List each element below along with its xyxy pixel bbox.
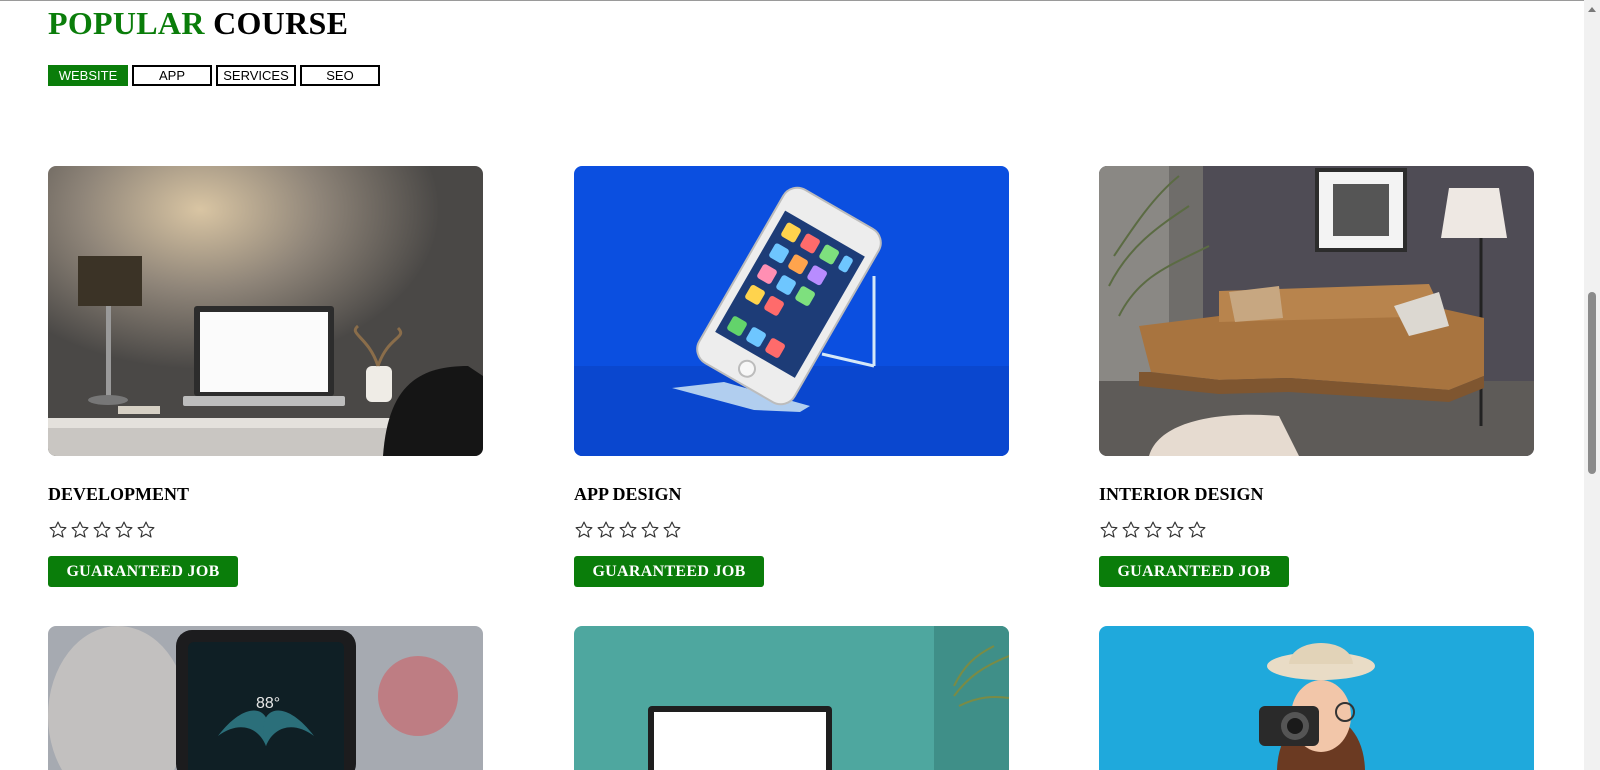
star-outline-icon[interactable] [1165,520,1185,540]
star-outline-icon[interactable] [48,520,68,540]
tab-services[interactable]: SERVICES [216,65,296,86]
foldable-phone-photo[interactable]: 88° [48,626,483,770]
course-card-development[interactable]: DEVELOPMENT GUARANTEED JOB [48,166,483,587]
rating-stars [574,520,682,540]
star-outline-icon[interactable] [1187,520,1207,540]
tab-app[interactable]: APP [132,65,212,86]
star-outline-icon[interactable] [640,520,660,540]
star-outline-icon[interactable] [1099,520,1119,540]
smartphone-photo[interactable] [574,166,1009,456]
guaranteed-job-button[interactable]: GUARANTEED JOB [574,556,764,587]
course-card-app-design[interactable]: APP DESIGN GUARANTEED JOB [574,166,1009,587]
category-tabs: WEBSITE APP SERVICES SEO [48,65,380,86]
rating-stars [48,520,156,540]
scroll-up-arrow-icon[interactable] [1584,1,1600,17]
svg-text:88°: 88° [256,695,280,712]
course-title: INTERIOR DESIGN [1099,484,1264,504]
course-card-interior-design[interactable]: INTERIOR DESIGN GUARANTEED JOB [1099,166,1534,587]
page-title: POPULAR COURSE [48,5,348,42]
star-outline-icon[interactable] [1121,520,1141,540]
star-outline-icon[interactable] [1143,520,1163,540]
vertical-scrollbar[interactable] [1584,0,1600,770]
course-card-foldable-phone[interactable]: 88° [48,626,483,770]
tab-seo[interactable]: SEO [300,65,380,86]
course-card-laptop-teal[interactable] [574,626,1009,770]
top-divider [0,0,1600,1]
star-outline-icon[interactable] [136,520,156,540]
star-outline-icon[interactable] [92,520,112,540]
star-outline-icon[interactable] [574,520,594,540]
star-outline-icon[interactable] [70,520,90,540]
course-card-photography[interactable] [1099,626,1534,770]
course-title: APP DESIGN [574,484,682,504]
star-outline-icon[interactable] [114,520,134,540]
rating-stars [1099,520,1207,540]
laptop-desk-photo[interactable] [48,166,483,456]
title-rest: COURSE [213,5,349,41]
scrollbar-thumb[interactable] [1588,292,1596,474]
star-outline-icon[interactable] [596,520,616,540]
laptop-teal-photo[interactable] [574,626,1009,770]
course-title: DEVELOPMENT [48,484,190,504]
woman-camera-photo[interactable] [1099,626,1534,770]
star-outline-icon[interactable] [618,520,638,540]
star-outline-icon[interactable] [662,520,682,540]
sofa-living-room-photo[interactable] [1099,166,1534,456]
title-accent: POPULAR [48,5,205,41]
tab-website[interactable]: WEBSITE [48,65,128,86]
guaranteed-job-button[interactable]: GUARANTEED JOB [1099,556,1289,587]
guaranteed-job-button[interactable]: GUARANTEED JOB [48,556,238,587]
